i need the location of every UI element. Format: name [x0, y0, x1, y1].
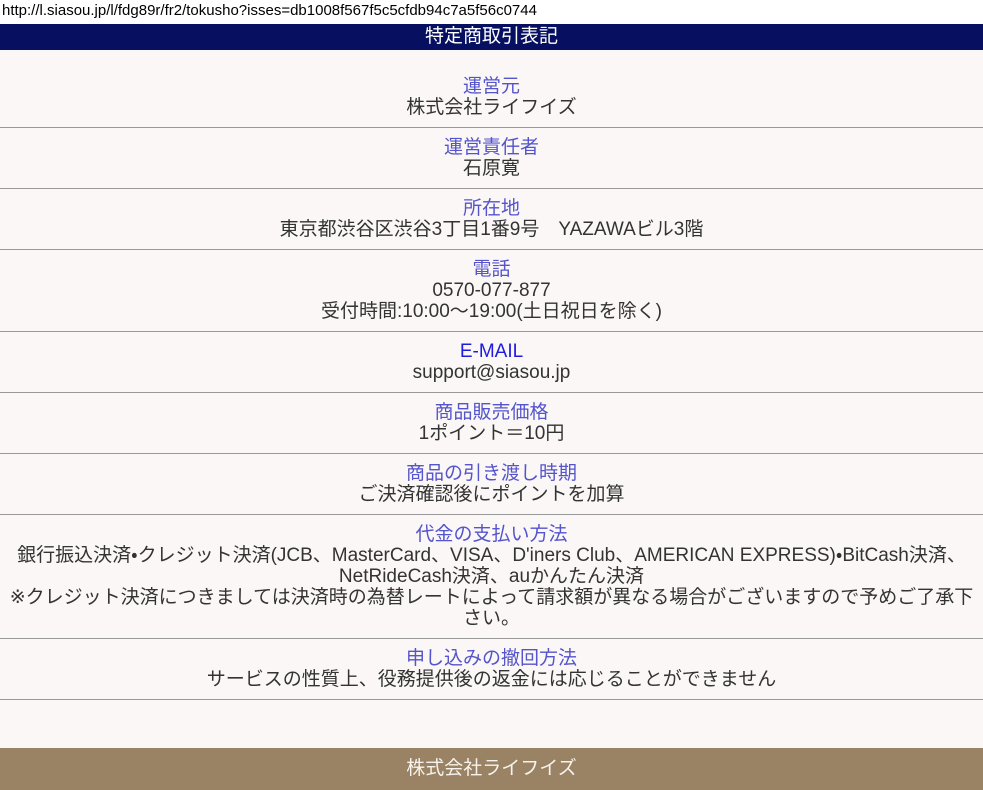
- page-title: 特定商取引表記: [425, 26, 558, 47]
- row-lines: 1ポイント＝10円: [8, 423, 975, 444]
- footer-company-name: 株式会社ライフイズ: [406, 758, 576, 779]
- info-row-address: 所在地 東京都渋谷区渋谷3丁目1番9号 YAZAWAビル3階: [0, 189, 983, 250]
- info-row-payment: 代金の支払い方法 銀行振込決済・クレジット決済(JCB、MasterCard、V…: [0, 515, 983, 639]
- info-row-phone: 電話 0570-077-877受付時間:10:00〜19:00(土日祝日を除く): [0, 250, 983, 332]
- row-value-line: サービスの性質上、役務提供後の返金には応じることができません: [8, 669, 975, 690]
- row-lines: 銀行振込決済・クレジット決済(JCB、MasterCard、VISA、D'ine…: [8, 545, 975, 629]
- row-value-line: ※クレジット決済につきましては決済時の為替レートによって請求額が異なる場合がござ…: [8, 587, 975, 629]
- row-label: 代金の支払い方法: [8, 524, 975, 545]
- row-value-line: 受付時間:10:00〜19:00(土日祝日を除く): [8, 301, 975, 322]
- row-value-line: 0570-077-877: [8, 280, 975, 301]
- info-row-withdrawal: 申し込みの撤回方法 サービスの性質上、役務提供後の返金には応じることができません: [0, 639, 983, 700]
- page-title-bar: 特定商取引表記: [0, 24, 983, 50]
- info-row-price: 商品販売価格 1ポイント＝10円: [0, 393, 983, 454]
- row-value-line: 東京都渋谷区渋谷3丁目1番9号 YAZAWAビル3階: [8, 219, 975, 240]
- row-lines: サービスの性質上、役務提供後の返金には応じることができません: [8, 669, 975, 690]
- row-label: 運営責任者: [8, 137, 975, 158]
- row-value-line: 石原寛: [8, 158, 975, 179]
- row-label: 電話: [8, 259, 975, 280]
- row-lines: support@siasou.jp: [8, 362, 975, 383]
- info-row-operator: 運営元 株式会社ライフイズ: [0, 50, 983, 128]
- row-lines: 東京都渋谷区渋谷3丁目1番9号 YAZAWAビル3階: [8, 219, 975, 240]
- row-label: E-MAIL: [8, 341, 975, 362]
- row-label: 申し込みの撤回方法: [8, 648, 975, 669]
- row-value-line: support@siasou.jp: [8, 362, 975, 383]
- info-row-delivery: 商品の引き渡し時期 ご決済確認後にポイントを加算: [0, 454, 983, 515]
- page: http://l.siasou.jp/l/fdg89r/fr2/tokusho?…: [0, 0, 983, 790]
- row-value-line: 1ポイント＝10円: [8, 423, 975, 444]
- url-text: http://l.siasou.jp/l/fdg89r/fr2/tokusho?…: [0, 0, 983, 24]
- row-lines: 株式会社ライフイズ: [8, 97, 975, 118]
- row-label: 所在地: [8, 198, 975, 219]
- spacer: [0, 700, 983, 748]
- footer: 株式会社ライフイズ: [0, 748, 983, 790]
- row-value-line: ご決済確認後にポイントを加算: [8, 484, 975, 505]
- row-lines: ご決済確認後にポイントを加算: [8, 484, 975, 505]
- row-value-line: 株式会社ライフイズ: [8, 97, 975, 118]
- page-url: http://l.siasou.jp/l/fdg89r/fr2/tokusho?…: [2, 2, 537, 19]
- row-lines: 石原寛: [8, 158, 975, 179]
- info-row-email: E-MAIL support@siasou.jp: [0, 332, 983, 393]
- info-row-manager: 運営責任者 石原寛: [0, 128, 983, 189]
- row-label: 商品の引き渡し時期: [8, 463, 975, 484]
- info-table: 運営元 株式会社ライフイズ 運営責任者 石原寛 所在地 東京都渋谷区渋谷3丁目1…: [0, 50, 983, 700]
- row-value-line: 銀行振込決済・クレジット決済(JCB、MasterCard、VISA、D'ine…: [8, 545, 975, 587]
- row-label: 商品販売価格: [8, 402, 975, 423]
- row-lines: 0570-077-877受付時間:10:00〜19:00(土日祝日を除く): [8, 280, 975, 322]
- row-label: 運営元: [8, 76, 975, 97]
